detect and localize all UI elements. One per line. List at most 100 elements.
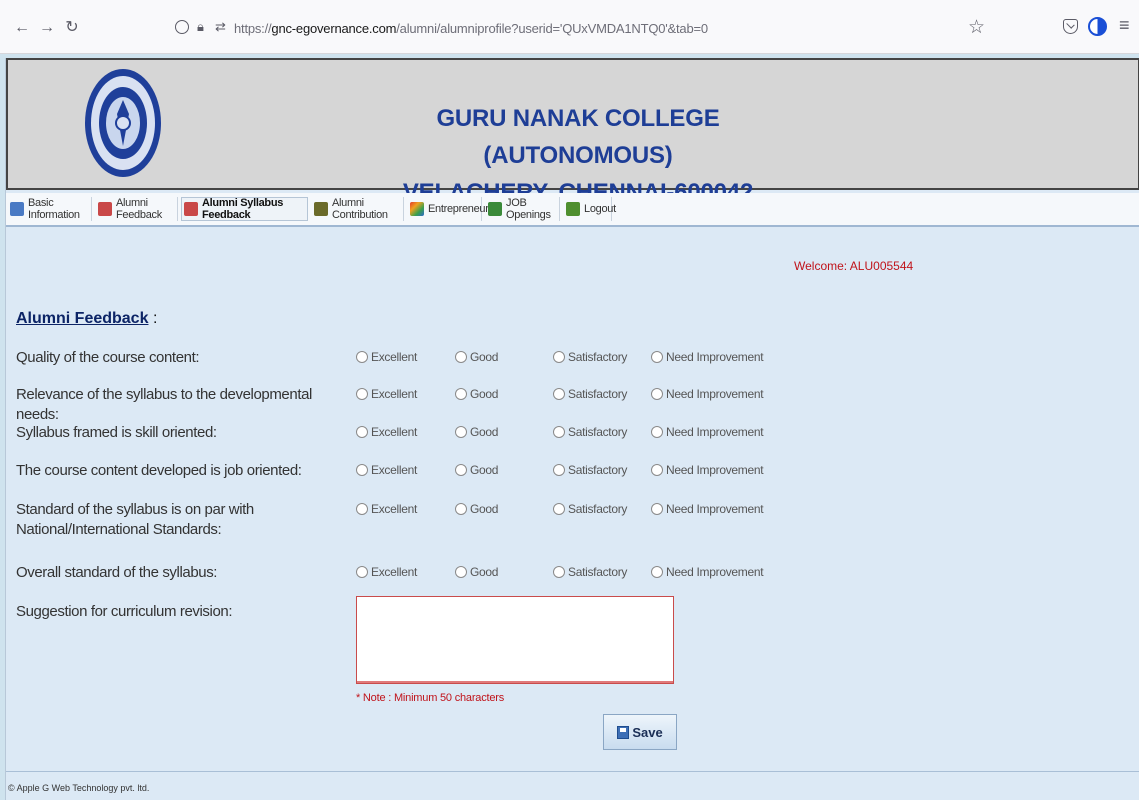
hamburger-menu-icon[interactable]: ≡	[1119, 15, 1130, 36]
option-need-improvement[interactable]: Need Improvement	[651, 502, 764, 516]
option-satisfactory[interactable]: Satisfactory	[553, 425, 627, 439]
tab-basic-information[interactable]: Basic Information	[8, 197, 92, 221]
radio-button[interactable]	[455, 351, 467, 363]
radio-button[interactable]	[356, 351, 368, 363]
user-icon	[10, 202, 24, 216]
tab-alumni-feedback[interactable]: Alumni Feedback	[96, 197, 178, 221]
footer-divider	[6, 771, 1139, 772]
option-label: Need Improvement	[666, 502, 764, 516]
option-good[interactable]: Good	[455, 463, 498, 477]
logout-icon	[566, 202, 580, 216]
radio-button[interactable]	[455, 464, 467, 476]
radio-button[interactable]	[455, 426, 467, 438]
tab-label: Logout	[584, 203, 616, 215]
radio-button[interactable]	[455, 566, 467, 578]
option-satisfactory[interactable]: Satisfactory	[553, 502, 627, 516]
option-need-improvement[interactable]: Need Improvement	[651, 350, 764, 364]
question-label: Quality of the course content:	[16, 349, 200, 366]
option-label: Need Improvement	[666, 350, 764, 364]
account-icon[interactable]	[1088, 17, 1107, 36]
alumni-icon	[184, 202, 198, 216]
radio-button[interactable]	[651, 566, 663, 578]
option-label: Need Improvement	[666, 463, 764, 477]
back-icon[interactable]: ←	[12, 18, 32, 38]
reload-icon[interactable]: ↻	[62, 18, 82, 38]
option-label: Good	[470, 350, 499, 364]
suggestion-textarea[interactable]	[356, 596, 674, 684]
option-excellent[interactable]: Excellent	[356, 350, 417, 364]
tab-label: Basic Information	[28, 197, 80, 221]
radio-button[interactable]	[553, 388, 565, 400]
radio-button[interactable]	[356, 388, 368, 400]
option-excellent[interactable]: Excellent	[356, 425, 417, 439]
option-good[interactable]: Good	[455, 565, 498, 579]
radio-button[interactable]	[651, 464, 663, 476]
option-good[interactable]: Good	[455, 387, 498, 401]
pocket-icon[interactable]	[1063, 19, 1078, 34]
tab-alumni-syllabus-feedback[interactable]: Alumni Syllabus Feedback	[181, 197, 308, 221]
radio-button[interactable]	[455, 503, 467, 515]
tab-logout[interactable]: Logout	[564, 197, 616, 221]
radio-button[interactable]	[455, 388, 467, 400]
option-label: Excellent	[371, 565, 417, 579]
welcome-text: Welcome: ALU005544	[794, 259, 914, 273]
tab-bar: Basic Information Alumni Feedback Alumni…	[6, 193, 1139, 227]
tab-alumni-contribution[interactable]: Alumni Contribution	[312, 197, 404, 221]
tab-entrepreneurs[interactable]: Entrepreneurs	[408, 197, 494, 221]
option-excellent[interactable]: Excellent	[356, 502, 417, 516]
contribution-icon	[314, 202, 328, 216]
radio-button[interactable]	[356, 503, 368, 515]
page-content: GURU NANAK COLLEGE (AUTONOMOUS) VELACHER…	[5, 58, 1139, 800]
save-button[interactable]: Save	[603, 714, 677, 750]
option-label: Good	[470, 387, 499, 401]
save-icon	[617, 725, 630, 739]
option-need-improvement[interactable]: Need Improvement	[651, 387, 764, 401]
tab-label: Alumni Feedback	[116, 197, 162, 221]
rainbow-icon	[410, 202, 424, 216]
radio-button[interactable]	[553, 426, 565, 438]
tab-label: Alumni Contribution	[332, 197, 388, 221]
browser-toolbar: ← → ↻ 🔒︎ ⇄ https://gnc-egovernance.com/a…	[0, 0, 1139, 54]
option-excellent[interactable]: Excellent	[356, 565, 417, 579]
option-good[interactable]: Good	[455, 425, 498, 439]
college-name: GURU NANAK COLLEGE (AUTONOMOUS)	[436, 105, 720, 170]
radio-button[interactable]	[651, 351, 663, 363]
alumni-icon	[98, 202, 112, 216]
radio-button[interactable]	[553, 503, 565, 515]
option-label: Excellent	[371, 502, 417, 516]
college-header: GURU NANAK COLLEGE (AUTONOMOUS) VELACHER…	[6, 58, 1139, 206]
radio-button[interactable]	[356, 426, 368, 438]
option-satisfactory[interactable]: Satisfactory	[553, 565, 627, 579]
radio-button[interactable]	[553, 351, 565, 363]
tab-label: JOB Openings	[506, 197, 551, 221]
footer-copyright: © Apple G Web Technology pvt. ltd.	[8, 783, 150, 793]
radio-button[interactable]	[651, 503, 663, 515]
radio-button[interactable]	[356, 566, 368, 578]
address-bar[interactable]: https://gnc-egovernance.com/alumni/alumn…	[234, 21, 708, 36]
option-excellent[interactable]: Excellent	[356, 387, 417, 401]
radio-button[interactable]	[553, 566, 565, 578]
tracking-shield-icon[interactable]	[175, 20, 189, 34]
option-good[interactable]: Good	[455, 502, 498, 516]
note-text: * Note : Minimum 50 characters	[356, 692, 505, 704]
forward-icon[interactable]: →	[37, 18, 57, 38]
section-title-suffix: :	[152, 310, 158, 327]
tab-job-openings[interactable]: JOB Openings	[486, 197, 560, 221]
option-satisfactory[interactable]: Satisfactory	[553, 350, 627, 364]
radio-button[interactable]	[553, 464, 565, 476]
option-need-improvement[interactable]: Need Improvement	[651, 463, 764, 477]
option-need-improvement[interactable]: Need Improvement	[651, 425, 764, 439]
option-satisfactory[interactable]: Satisfactory	[553, 463, 627, 477]
permissions-icon[interactable]: ⇄	[215, 19, 226, 35]
save-label: Save	[632, 724, 663, 740]
option-good[interactable]: Good	[455, 350, 498, 364]
radio-button[interactable]	[356, 464, 368, 476]
lock-icon[interactable]: 🔒︎	[197, 19, 204, 35]
option-excellent[interactable]: Excellent	[356, 463, 417, 477]
option-need-improvement[interactable]: Need Improvement	[651, 565, 764, 579]
option-satisfactory[interactable]: Satisfactory	[553, 387, 627, 401]
option-label: Satisfactory	[568, 565, 628, 579]
bookmark-star-icon[interactable]: ☆	[968, 16, 985, 39]
radio-button[interactable]	[651, 388, 663, 400]
radio-button[interactable]	[651, 426, 663, 438]
